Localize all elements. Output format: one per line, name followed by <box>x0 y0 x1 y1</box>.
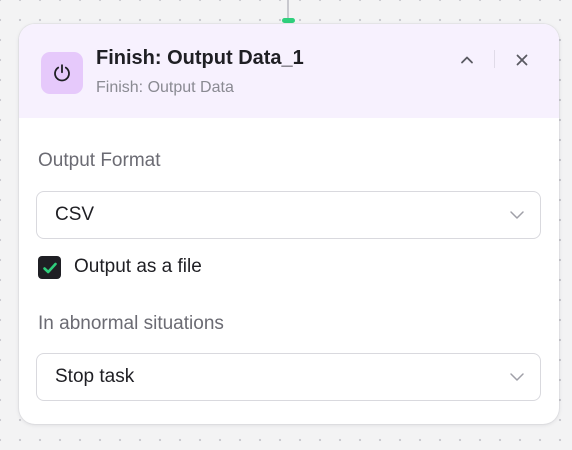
checkmark-icon <box>42 262 57 273</box>
connector-line <box>287 0 289 18</box>
close-icon <box>516 54 528 66</box>
chevron-down-icon <box>510 211 524 219</box>
output-format-value: CSV <box>55 204 95 225</box>
chevron-down-icon <box>510 373 524 381</box>
power-icon <box>41 52 83 94</box>
abnormal-situations-select[interactable]: Stop task <box>36 353 541 401</box>
node-subtitle: Finish: Output Data <box>96 79 234 96</box>
node-title: Finish: Output Data_1 <box>96 47 304 69</box>
output-format-label: Output Format <box>38 150 161 171</box>
abnormal-situations-label: In abnormal situations <box>38 313 224 334</box>
abnormal-situations-value: Stop task <box>55 366 135 387</box>
collapse-button[interactable] <box>453 46 481 74</box>
node-header: Finish: Output Data_1 Finish: Output Dat… <box>19 24 559 118</box>
finish-node-card[interactable]: Finish: Output Data_1 Finish: Output Dat… <box>19 24 559 424</box>
chevron-up-icon <box>461 56 473 64</box>
output-format-select[interactable]: CSV <box>36 191 541 239</box>
output-as-file-checkbox[interactable] <box>38 256 61 279</box>
output-as-file-label[interactable]: Output as a file <box>74 256 202 278</box>
input-connector-handle[interactable] <box>282 18 295 23</box>
header-divider <box>494 50 495 68</box>
close-button[interactable] <box>508 46 536 74</box>
